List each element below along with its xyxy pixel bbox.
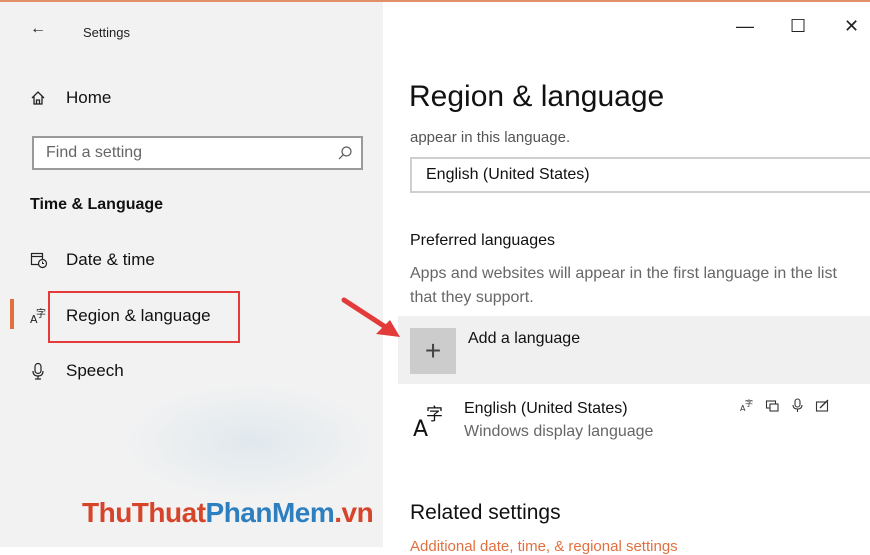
display-language-select[interactable]: English (United States) <box>410 157 870 193</box>
select-value: English (United States) <box>426 166 590 183</box>
search-icon[interactable] <box>337 145 353 166</box>
language-feature-icons: A字 <box>740 398 830 418</box>
search-input[interactable] <box>44 143 318 163</box>
home-icon <box>30 90 66 106</box>
svg-text:字: 字 <box>745 398 753 408</box>
window-title: Settings <box>83 25 130 40</box>
watermark-part: .vn <box>334 497 374 528</box>
handwriting-icon <box>815 398 830 418</box>
main-content: — ☐ ✕ Region & language appear in this l… <box>383 2 870 555</box>
sidebar-item-label: Date & time <box>66 250 155 269</box>
close-button[interactable]: ✕ <box>844 16 859 37</box>
sidebar-background-glow <box>120 382 380 502</box>
language-subtitle: Windows display language <box>464 423 654 440</box>
related-settings-heading: Related settings <box>410 501 561 524</box>
language-name: English (United States) <box>464 400 628 417</box>
svg-text:字: 字 <box>36 307 46 320</box>
text-to-speech-icon <box>765 398 780 418</box>
search-box[interactable] <box>32 136 363 170</box>
plus-icon: + <box>410 328 456 374</box>
preferred-languages-heading: Preferred languages <box>410 232 555 249</box>
sidebar-item-date-time[interactable]: Date & time <box>0 240 383 280</box>
add-language-label: Add a language <box>468 330 581 347</box>
speech-recognition-icon <box>790 398 805 418</box>
regional-settings-link[interactable]: Additional date, time, & regional settin… <box>410 538 678 555</box>
sidebar-item-home[interactable]: Home <box>0 78 383 118</box>
settings-window: ← Settings Home Time & Language Date & t… <box>0 0 870 555</box>
watermark: ThuThuatPhanMem.vn <box>82 497 374 529</box>
minimize-button[interactable]: — <box>736 16 754 37</box>
watermark-part: ThuThuat <box>82 497 206 528</box>
add-language-button[interactable]: + Add a language <box>398 316 870 384</box>
language-list-item[interactable]: A字 English (United States) Windows displ… <box>410 398 860 452</box>
display-language-description: appear in this language. <box>410 129 571 146</box>
section-title: Time & Language <box>30 196 164 213</box>
maximize-button[interactable]: ☐ <box>790 16 806 37</box>
back-arrow-icon[interactable]: ← <box>30 20 46 38</box>
preferred-languages-description: Apps and websites will appear in the fir… <box>410 265 837 306</box>
page-title: Region & language <box>409 80 665 113</box>
display-language-feature-icon: A字 <box>740 398 755 418</box>
microphone-icon <box>30 362 66 380</box>
sidebar-item-label: Speech <box>66 361 124 380</box>
highlight-box <box>48 291 240 343</box>
svg-text:字: 字 <box>426 405 443 425</box>
sidebar-item-speech[interactable]: Speech <box>0 351 383 391</box>
sidebar-item-label: Home <box>66 88 112 107</box>
watermark-part: PhanMem <box>205 497 335 528</box>
annotation-arrow-icon <box>341 297 400 337</box>
sidebar: ← Settings Home Time & Language Date & t… <box>0 2 383 547</box>
language-icon: A字 <box>413 400 453 442</box>
calendar-clock-icon <box>30 251 66 269</box>
